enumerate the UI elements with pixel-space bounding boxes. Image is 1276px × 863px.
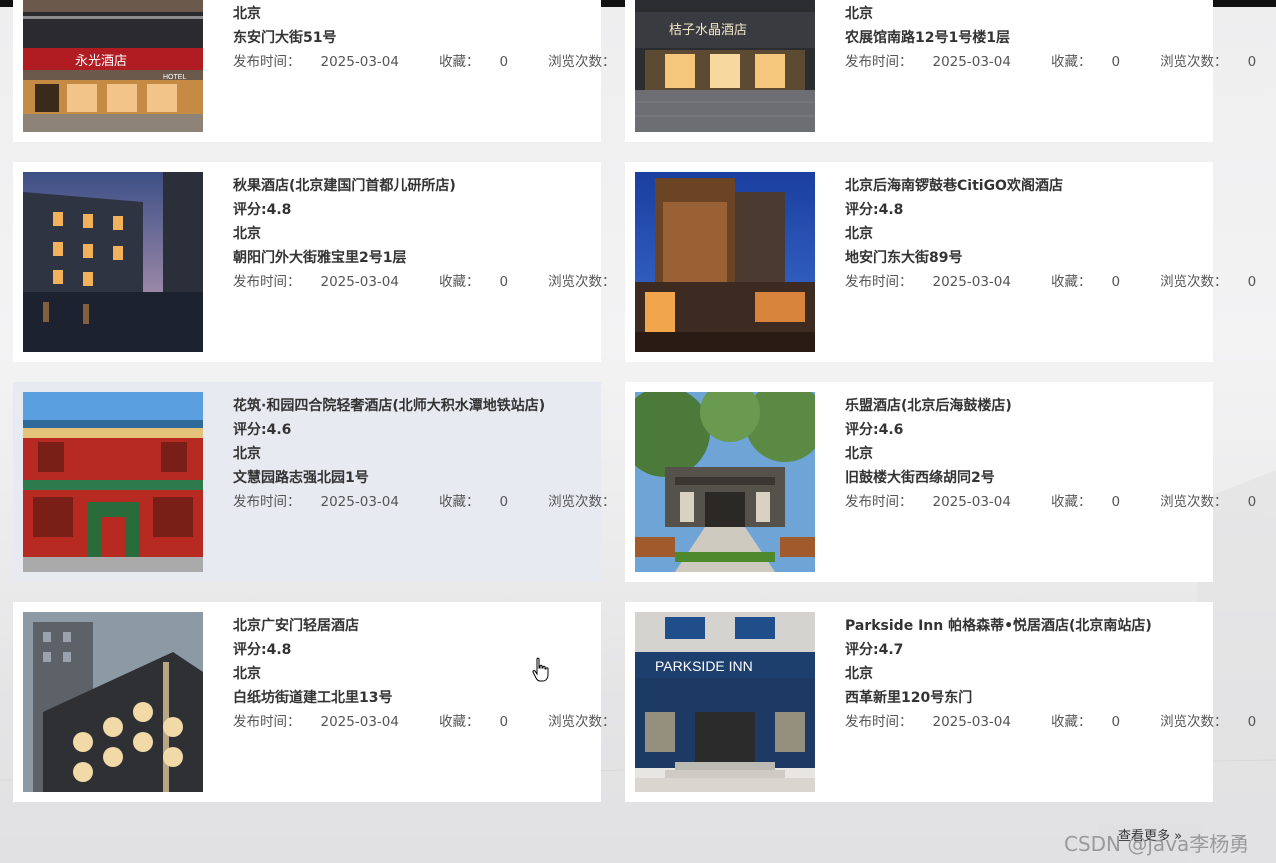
hotel-meta: 发布时间：2025-03-04收藏：0浏览次数：0 — [845, 274, 1257, 290]
hotel-name[interactable]: Parkside Inn 帕格森蒂•悦居酒店(北京南站店) — [845, 614, 1205, 638]
hotel-city: 北京 — [845, 446, 873, 462]
hotel-name[interactable]: 秋果酒店(北京建国门首都儿研所店) — [233, 174, 593, 198]
hotel-rating: 评分:4.8 — [233, 202, 292, 218]
hotel-city: 北京 — [233, 446, 261, 462]
svg-text:桔子水晶酒店: 桔子水晶酒店 — [669, 22, 747, 37]
svg-text:HOTEL: HOTEL — [163, 74, 186, 81]
hotel-address: 地安门东大街89号 — [845, 250, 963, 266]
hotel-card[interactable]: 秋果酒店(北京建国门首都儿研所店) 评分:4.8 北京 朝阳门外大街雅宝里2号1… — [13, 162, 644, 362]
hotel-meta: 发布时间：2025-03-04收藏：0浏览次数：0 — [233, 714, 644, 730]
hotel-city: 北京 — [233, 6, 261, 22]
svg-text:PARKSIDE INN: PARKSIDE INN — [655, 658, 753, 674]
hotel-card[interactable]: 北京广安门轻居酒店 评分:4.8 北京 白纸坊街道建工北里13号 发布时间： 20… — [13, 602, 644, 802]
hotel-thumbnail[interactable] — [23, 392, 203, 572]
hotel-card[interactable]: 永光酒店 HOTEL 北京 东安门大街51号 发布时间： 2025-03-04 收藏… — [13, 0, 644, 142]
svg-text:永光酒店: 永光酒店 — [75, 53, 127, 68]
hotel-address: 白纸坊街道建工北里13号 — [233, 690, 393, 706]
hotel-address: 朝阳门外大街雅宝里2号1层 — [233, 250, 407, 266]
hotel-meta: 发布时间：2025-03-04收藏：0浏览次数：0 — [845, 714, 1257, 730]
hotel-address: 西革新里120号东门 — [845, 690, 973, 706]
hotel-meta: 发布时间：2025-03-04收藏：0浏览次数：0 — [845, 494, 1257, 510]
hotel-thumbnail[interactable] — [635, 172, 815, 352]
hotel-address: 旧鼓楼大街西绦胡同2号 — [845, 470, 995, 486]
hotel-rating: 评分:4.6 — [233, 422, 292, 438]
hotel-name[interactable]: 北京后海南锣鼓巷CitiGO欢阁酒店 — [845, 174, 1205, 198]
hotel-meta: 发布时间：2025-03-04收藏：0浏览次数：0 — [845, 54, 1257, 70]
hotel-city: 北京 — [845, 226, 873, 242]
hotel-address: 东安门大街51号 — [233, 30, 337, 46]
hotel-rating: 评分:4.7 — [845, 642, 904, 658]
hotel-thumbnail[interactable]: 桔子水晶酒店 — [635, 0, 815, 132]
hotel-rating: 评分:4.6 — [845, 422, 904, 438]
hotel-meta: 发布时间：2025-03-04收藏：0浏览次数：0 — [233, 494, 644, 510]
hotel-card[interactable]: PARKSIDE INN Parkside Inn 帕格森蒂•悦居酒店(北京南站… — [625, 602, 1257, 802]
hotel-address: 农展馆南路12号1号楼1层 — [845, 30, 1010, 46]
hotel-thumbnail[interactable] — [23, 172, 203, 352]
hotel-name[interactable]: 乐盟酒店(北京后海鼓楼店) — [845, 394, 1205, 418]
hotel-card[interactable]: 桔子水晶酒店 北京 农展馆南路12号1号楼1层 发布时间： 2025-03-04 收… — [625, 0, 1257, 142]
hotel-city: 北京 — [845, 666, 873, 682]
hotel-city: 北京 — [845, 6, 873, 22]
hotel-card[interactable]: 北京后海南锣鼓巷CitiGO欢阁酒店 评分:4.8 北京 地安门东大街89号 发… — [625, 162, 1257, 362]
hotel-address: 文慧园路志强北园1号 — [233, 470, 369, 486]
hotel-thumbnail[interactable] — [23, 612, 203, 792]
hotel-meta: 发布时间：2025-03-04收藏：0浏览次数：0 — [233, 274, 644, 290]
hotel-meta: 发布时间：2025-03-04收藏：0浏览次数：0 — [233, 54, 644, 70]
hotel-thumbnail[interactable]: 永光酒店 HOTEL — [23, 0, 203, 132]
hotel-city: 北京 — [233, 226, 261, 242]
hotel-thumbnail[interactable]: PARKSIDE INN — [635, 612, 815, 792]
hotel-name[interactable]: 北京广安门轻居酒店 — [233, 614, 593, 638]
hand-pointer-icon — [531, 657, 551, 687]
hotel-thumbnail[interactable] — [635, 392, 815, 572]
hotel-rating: 评分:4.8 — [845, 202, 904, 218]
hotel-name[interactable]: 花筑·和园四合院轻奢酒店(北师大积水潭地铁站店) — [233, 394, 593, 418]
hotel-card[interactable]: 花筑·和园四合院轻奢酒店(北师大积水潭地铁站店) 评分:4.6 北京 文慧园路志… — [13, 382, 644, 582]
watermark: CSDN @java李杨勇 — [1064, 832, 1250, 856]
hotel-card[interactable]: 乐盟酒店(北京后海鼓楼店) 评分:4.6 北京 旧鼓楼大街西绦胡同2号 发布时间… — [625, 382, 1257, 582]
